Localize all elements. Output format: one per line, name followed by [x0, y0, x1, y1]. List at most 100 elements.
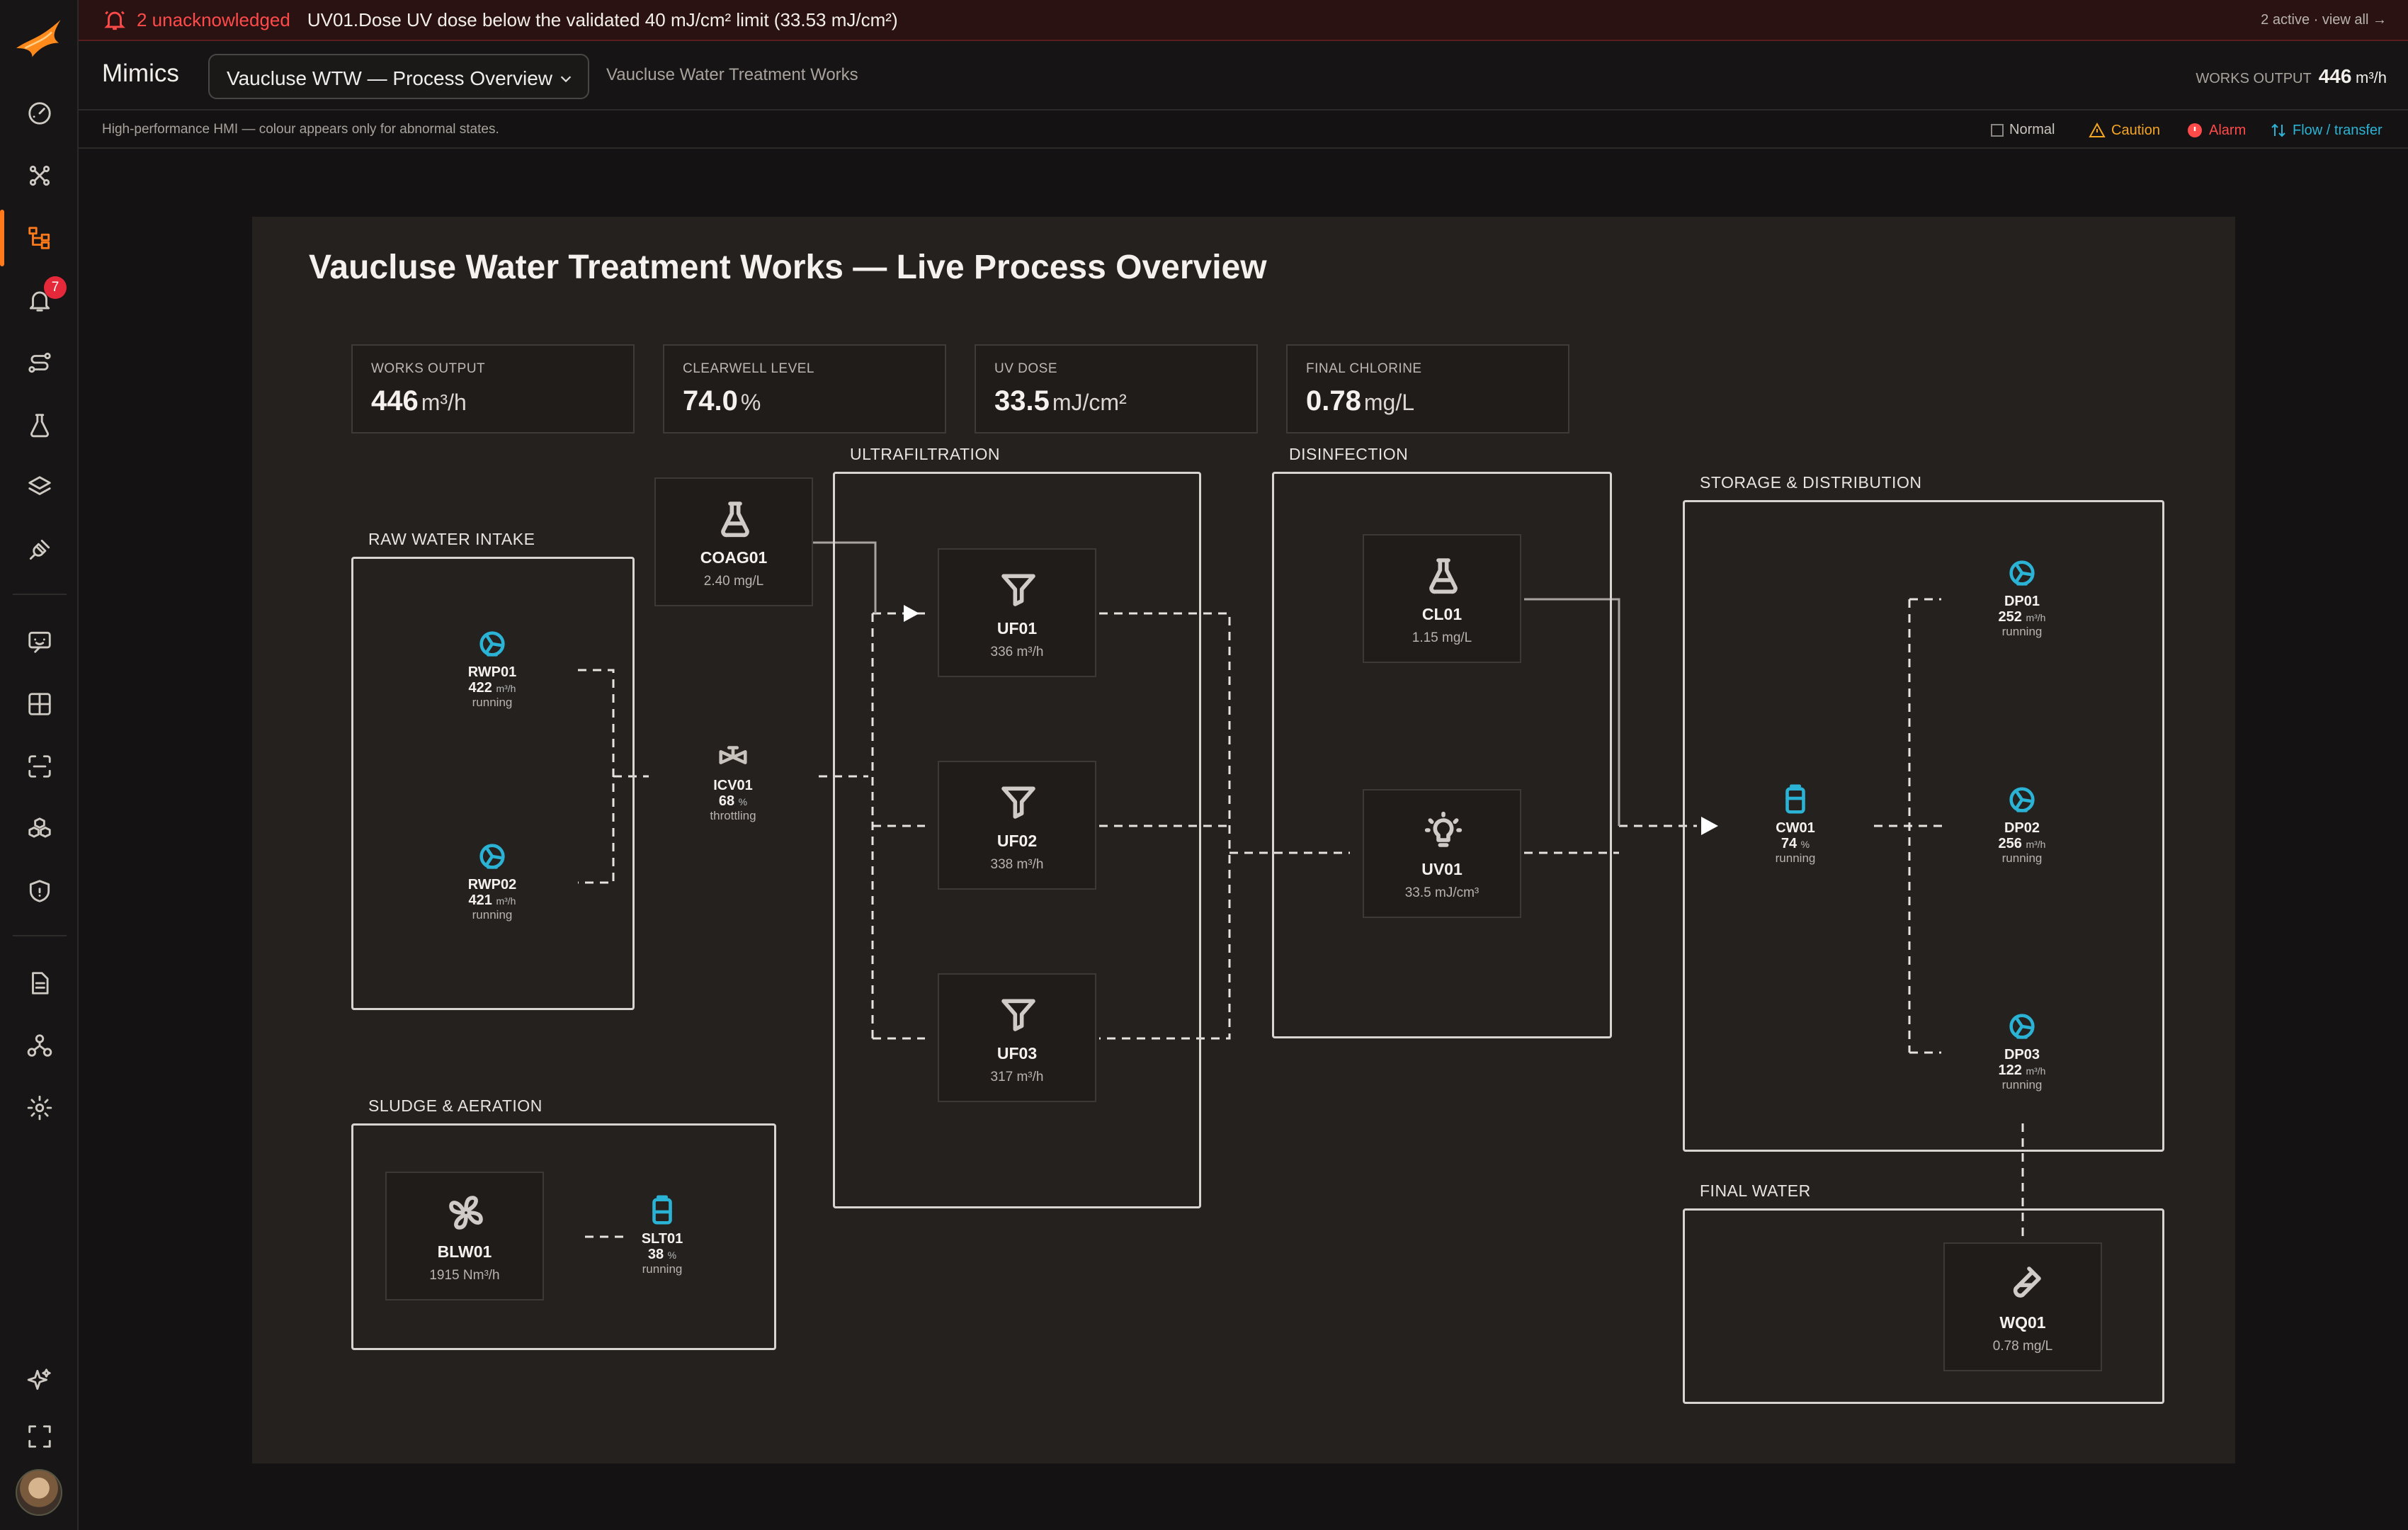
nav-messages[interactable] [21, 623, 58, 660]
nav-settings[interactable] [21, 1089, 58, 1126]
nav-reports[interactable] [21, 965, 58, 1002]
nav-integrations[interactable] [21, 531, 58, 568]
legend-flow: Flow / transfer [2270, 122, 2383, 139]
filter-icon [1001, 574, 1035, 606]
zone-label-raw: RAW WATER INTAKE [368, 530, 535, 548]
alarm-message[interactable]: UV01.Dose UV dose below the validated 40… [307, 9, 898, 31]
equipment-wq01[interactable]: WQ01 0.78 mg/L [1943, 1242, 2102, 1371]
equipment-uf02[interactable]: UF02 338 m³/h [938, 761, 1096, 890]
kpi-works-output: WORKS OUTPUT 446 m³/h [351, 344, 635, 434]
header: Mimics Vaucluse WTW — Process Overview V… [79, 41, 2408, 110]
device-slt01[interactable]: SLT01 38 % running [609, 1194, 715, 1276]
square-icon [1991, 123, 2004, 137]
route-icon [28, 352, 51, 373]
page-title: Mimics [102, 60, 179, 87]
fullscreen-icon [28, 1425, 51, 1448]
view-all-alarms-link[interactable]: 2 active · view all → [2261, 12, 2387, 28]
org-icon [27, 1034, 52, 1057]
kpi-final-chlorine: FINAL CHLORINE 0.78 mg/L [1286, 344, 1569, 434]
pump-icon [479, 844, 505, 869]
nav-grid[interactable] [21, 686, 58, 722]
tank-icon [652, 1195, 672, 1225]
flask-icon [721, 502, 749, 538]
alerts-badge: 7 [44, 276, 67, 299]
alarm-banner[interactable]: 2 unacknowledged UV01.Dose UV dose below… [79, 0, 2408, 41]
plug-icon [29, 539, 50, 560]
equipment-uf03[interactable]: UF03 317 m³/h [938, 973, 1096, 1102]
layers-icon [28, 476, 51, 495]
zone-label-store: STORAGE & DISTRIBUTION [1700, 473, 1922, 492]
works-output-readout: WORKS OUTPUT 446 m³/h [2196, 65, 2387, 87]
nav-trends[interactable] [21, 344, 58, 381]
nav-lab[interactable] [21, 407, 58, 443]
test-tube-icon [2013, 1266, 2041, 1298]
mimic-selector[interactable]: Vaucluse WTW — Process Overview [208, 54, 589, 99]
mimic-selector-value: Vaucluse WTW — Process Overview [227, 67, 553, 89]
gauge-icon [28, 102, 51, 125]
logo-icon [16, 20, 61, 57]
legend-bar: High-performance HMI — colour appears on… [79, 110, 2408, 149]
device-dp01[interactable]: DP01 252 m³/h running [1969, 557, 2075, 639]
nav-dashboard[interactable] [21, 95, 58, 132]
legend-alarm: Alarm [2186, 122, 2246, 139]
equipment-blw01[interactable]: BLW01 1915 Nm³/h [385, 1172, 544, 1300]
zone-label-dis: DISINFECTION [1289, 445, 1409, 463]
works-name: Vaucluse Water Treatment Works [606, 65, 858, 84]
gear-icon [27, 1095, 52, 1121]
nav-assets[interactable] [21, 810, 58, 847]
device-dp03[interactable]: DP03 122 m³/h running [1969, 1010, 2075, 1092]
zone-label-final: FINAL WATER [1700, 1182, 1811, 1200]
device-rwp02[interactable]: RWP02 421 m³/h running [439, 840, 545, 922]
equipment-uv01[interactable]: UV01 33.5 mJ/cm³ [1363, 789, 1521, 918]
sidebar: 7 [0, 0, 79, 1530]
scan-icon [28, 755, 51, 778]
nav-scan[interactable] [21, 748, 58, 785]
process-canvas: Vaucluse Water Treatment Works — Live Pr… [252, 217, 2235, 1463]
kpi-uv-dose: UV DOSE 33.5 mJ/cm² [975, 344, 1258, 434]
warning-icon [2089, 122, 2106, 137]
filter-icon [1001, 786, 1035, 819]
equipment-uf01[interactable]: UF01 336 m³/h [938, 548, 1096, 677]
valve-icon [719, 746, 747, 764]
pump-icon [479, 631, 505, 657]
fan-icon [449, 1196, 483, 1230]
tank-icon [1785, 784, 1805, 814]
flask-icon [1429, 558, 1458, 594]
equipment-coag01[interactable]: COAG01 2.40 mg/L [654, 477, 813, 606]
device-icv01[interactable]: ICV01 68 % throttling [680, 741, 786, 823]
nav-layers[interactable] [21, 469, 58, 506]
flow-arrows-icon [2271, 123, 2285, 137]
kpi-clearwell-level: CLEARWELL LEVEL 74.0% [663, 344, 946, 434]
avatar[interactable] [16, 1469, 62, 1516]
cubes-icon [28, 817, 51, 838]
legend-normal: Normal [1991, 122, 2055, 138]
nav-topology[interactable] [21, 157, 58, 194]
fullscreen-button[interactable] [21, 1418, 58, 1455]
nav-mimics[interactable] [0, 210, 58, 266]
nav-security[interactable] [21, 873, 58, 910]
pump-icon [2009, 560, 2035, 586]
grid-icon [28, 693, 51, 715]
device-cw01[interactable]: CW01 74 % running [1742, 783, 1848, 866]
pump-icon [2009, 787, 2035, 812]
document-icon [32, 972, 49, 994]
zone-label-sludge: SLUDGE & AERATION [368, 1096, 543, 1115]
chat-icon [28, 631, 51, 653]
filter-icon [1001, 999, 1035, 1031]
shield-icon [29, 880, 50, 902]
zone-raw-water [351, 557, 635, 1010]
pump-icon [2009, 1014, 2035, 1039]
zone-label-uf: ULTRAFILTRATION [850, 445, 1000, 463]
device-dp02[interactable]: DP02 256 m³/h running [1969, 783, 2075, 866]
nav-users[interactable] [21, 1027, 58, 1064]
equipment-cl01[interactable]: CL01 1.15 mg/L [1363, 534, 1521, 663]
canvas-title: Vaucluse Water Treatment Works — Live Pr… [309, 249, 1267, 286]
legend-caution: Caution [2089, 122, 2160, 139]
device-rwp01[interactable]: RWP01 422 m³/h running [439, 628, 545, 710]
ai-assistant-button[interactable] [21, 1361, 58, 1398]
hierarchy-icon [28, 227, 50, 249]
hmi-hint: High-performance HMI — colour appears on… [102, 122, 499, 137]
alarm-count[interactable]: 2 unacknowledged [137, 9, 290, 31]
network-icon [29, 165, 50, 186]
beaker-icon [30, 414, 49, 438]
